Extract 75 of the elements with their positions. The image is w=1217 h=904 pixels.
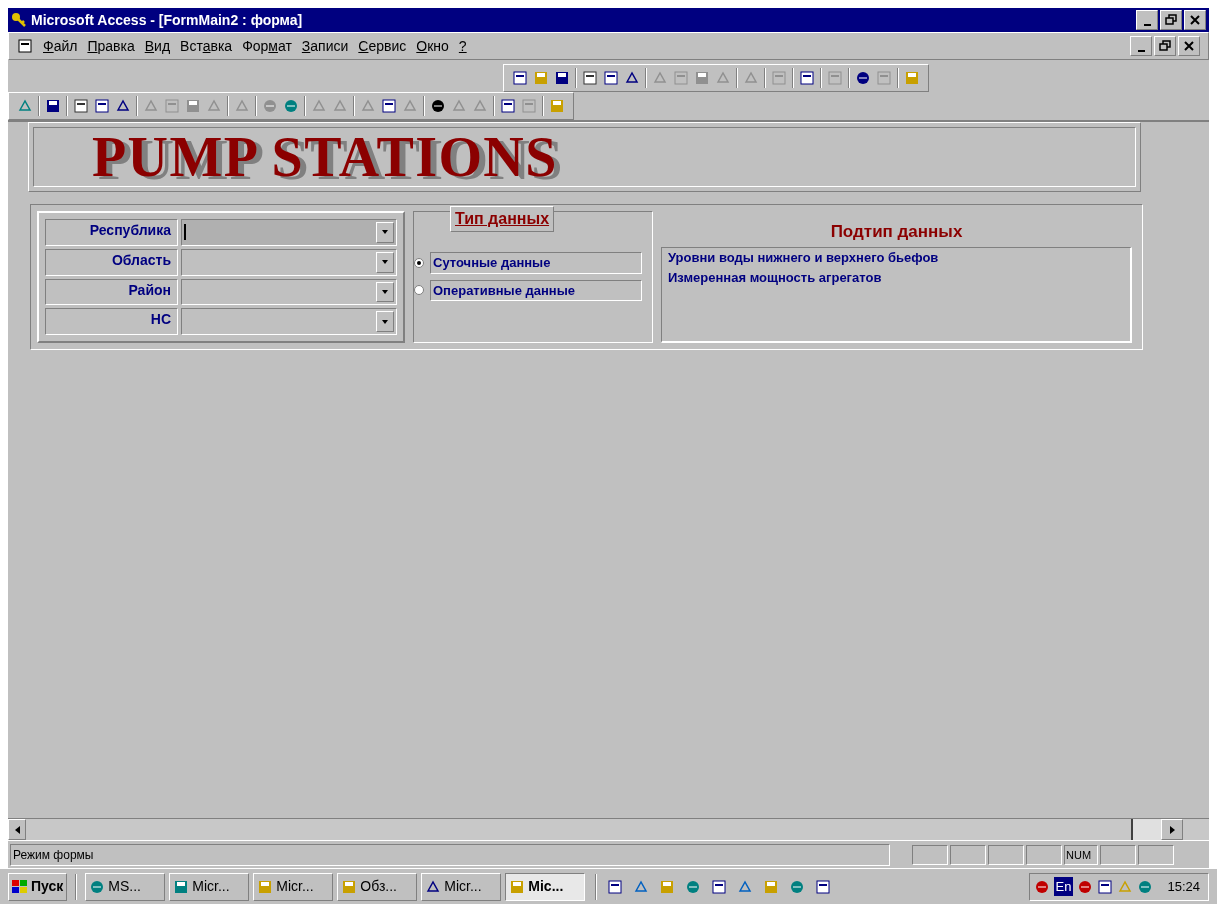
form-heading: PUMP STATIONS xyxy=(92,129,558,185)
caret-icon xyxy=(382,260,388,265)
taskbar-button[interactable]: Обз... xyxy=(337,872,418,901)
status-pane xyxy=(988,844,1024,865)
dropdown-button[interactable] xyxy=(376,222,394,243)
status-pane xyxy=(1138,844,1174,865)
close-icon xyxy=(1189,14,1201,26)
restore-icon xyxy=(1159,40,1171,52)
menu-item[interactable]: Окно xyxy=(416,35,449,57)
status-text: Режим формы xyxy=(10,843,890,866)
close-button[interactable] xyxy=(1184,10,1206,30)
status-pane xyxy=(912,844,948,865)
radio-label: Суточные данные xyxy=(430,252,642,274)
windows-logo-icon xyxy=(12,879,28,894)
radio-label: Оперативные данные xyxy=(430,279,642,301)
scroll-thumb[interactable] xyxy=(1131,819,1161,840)
caret-icon xyxy=(382,230,388,235)
close-button[interactable] xyxy=(1178,36,1200,56)
right-arrow-icon xyxy=(1169,825,1175,834)
save-icon[interactable] xyxy=(45,98,61,114)
taskbar-button[interactable]: MS... xyxy=(85,872,166,901)
list-item[interactable]: Уровни воды нижнего и верхнего бьефов xyxy=(668,247,1124,268)
combo-box[interactable] xyxy=(181,248,397,276)
menu-item[interactable]: Записи xyxy=(301,35,349,57)
taskbar-button[interactable]: Micr... xyxy=(421,872,502,901)
list-item[interactable]: Измеренная мощность агрегатов xyxy=(668,267,1124,288)
taskbar-button[interactable]: Micr... xyxy=(253,872,334,901)
restore-button[interactable] xyxy=(1154,36,1176,56)
start-button[interactable]: Пуск xyxy=(8,872,68,901)
status-pane xyxy=(1100,844,1136,865)
scroll-left-button[interactable] xyxy=(8,819,26,840)
scroll-right-button[interactable] xyxy=(1161,819,1183,840)
combo-box[interactable] xyxy=(181,219,397,246)
minimize-icon xyxy=(1137,49,1145,52)
restore-icon xyxy=(1165,14,1177,26)
dropdown-button[interactable] xyxy=(376,311,394,332)
clock: 15:24 xyxy=(1167,877,1200,896)
field-label: Область xyxy=(45,248,178,276)
dropdown-button[interactable] xyxy=(376,251,394,273)
language-indicator[interactable]: En xyxy=(1053,876,1074,897)
status-pane xyxy=(1026,844,1062,865)
status-pane xyxy=(950,844,986,865)
radio-button[interactable] xyxy=(414,257,424,268)
num-lock-indicator: NUM xyxy=(1064,844,1098,865)
restore-button[interactable] xyxy=(1160,10,1182,30)
minimize-button[interactable] xyxy=(1130,36,1152,56)
menu-item[interactable]: ? xyxy=(458,35,467,57)
menu-item[interactable]: Вставка xyxy=(180,35,233,57)
caret-icon xyxy=(382,319,388,324)
close-icon xyxy=(1183,40,1195,52)
minimize-icon xyxy=(1143,23,1151,26)
left-arrow-icon xyxy=(14,825,20,834)
field-label: Республика xyxy=(45,219,178,246)
menu-item[interactable]: Файл xyxy=(43,35,78,57)
combo-box[interactable] xyxy=(181,278,397,306)
save-icon[interactable] xyxy=(554,70,570,86)
field-label: НС xyxy=(45,308,178,335)
taskbar-button[interactable]: Mic... xyxy=(505,872,586,901)
window-title: Microsoft Access - [FormMain2 : форма] xyxy=(31,10,303,30)
horizontal-scrollbar[interactable] xyxy=(8,818,1209,840)
form-window-icon[interactable] xyxy=(17,38,33,54)
taskbar-button[interactable]: Micr... xyxy=(169,872,250,901)
caret-icon xyxy=(382,289,388,294)
group-title: Тип данных xyxy=(450,206,555,232)
combo-box[interactable] xyxy=(181,308,397,335)
menu-item[interactable]: Правка xyxy=(87,35,135,57)
menu-item[interactable]: Сервис xyxy=(358,35,407,57)
text-cursor xyxy=(184,224,186,241)
minimize-button[interactable] xyxy=(1136,10,1158,30)
menu-item[interactable]: Вид xyxy=(144,35,171,57)
field-label: Район xyxy=(45,278,178,306)
dropdown-button[interactable] xyxy=(376,281,394,303)
menu-item[interactable]: Формат xyxy=(242,35,292,57)
radio-button[interactable] xyxy=(414,285,424,296)
list-title: Подтип данных xyxy=(829,221,964,243)
